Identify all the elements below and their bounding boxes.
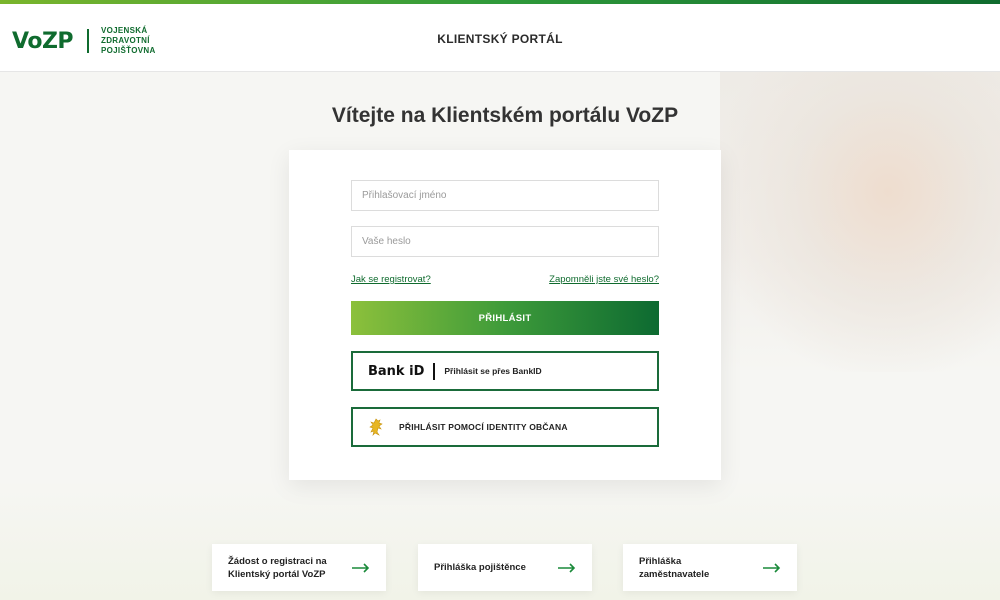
arrow-right-icon [558, 562, 576, 573]
czech-lion-icon [368, 418, 384, 436]
bankid-login-button[interactable]: Bank iD Přihlásit se přes BankID [351, 351, 659, 391]
logo-text-line3: POJIŠŤOVNA [101, 46, 156, 55]
bankid-divider [433, 362, 436, 380]
tile-label: Žádost o registraci na Klientský portál … [228, 555, 327, 581]
password-input[interactable] [351, 226, 659, 257]
tile-label-line1: Přihláška pojištěnce [434, 562, 526, 573]
citizen-identity-login-button[interactable]: PŘIHLÁSIT POMOCÍ IDENTITY OBČANA [351, 407, 659, 447]
identity-label: PŘIHLÁSIT POMOCÍ IDENTITY OBČANA [399, 422, 568, 432]
portal-title: KLIENTSKÝ PORTÁL [437, 32, 563, 46]
page-title: Vítejte na Klientském portálu VoZP [331, 104, 679, 127]
tile-label-line2: Klientský portál VoZP [228, 568, 326, 580]
tile-label: Přihláška pojištěnce [434, 561, 526, 574]
bankid-label: Přihlásit se přes BankID [444, 366, 542, 376]
site-header: VoZP VOJENSKÁ ZDRAVOTNÍ POJIŠŤOVNA KLIEN… [0, 4, 1000, 72]
tile-label: Přihláška zaměstnavatele [639, 555, 709, 581]
tile-insured-application[interactable]: Přihláška pojištěnce [418, 544, 592, 591]
register-link[interactable]: Jak se registrovat? [351, 274, 431, 285]
arrow-right-icon [352, 562, 370, 573]
arrow-right-icon [763, 562, 781, 573]
username-input[interactable] [351, 180, 659, 211]
bankid-logo: Bank iD [368, 363, 425, 379]
forgot-password-link[interactable]: Zapomněli jste své heslo? [549, 274, 659, 285]
tile-registration-request[interactable]: Žádost o registraci na Klientský portál … [212, 544, 386, 591]
tile-employer-application[interactable]: Přihláška zaměstnavatele [623, 544, 797, 591]
tile-label-line1: Přihláška [639, 555, 682, 567]
login-card: Jak se registrovat? Zapomněli jste své h… [289, 150, 721, 480]
tile-label-line1: Žádost o registraci na [228, 555, 327, 567]
login-button[interactable]: PŘIHLÁSIT [351, 301, 659, 335]
tile-label-line2: zaměstnavatele [639, 568, 710, 580]
